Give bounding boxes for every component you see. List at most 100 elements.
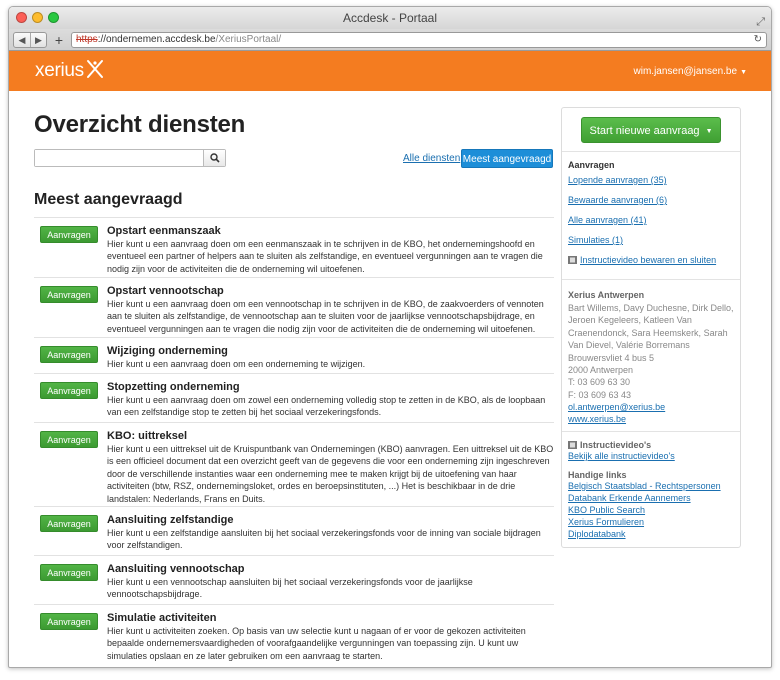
link-running-requests[interactable]: Lopende aanvragen (35) bbox=[568, 174, 734, 186]
office-section: Xerius Antwerpen Bart Willems, Davy Duch… bbox=[562, 280, 740, 432]
url-scheme: https bbox=[76, 33, 98, 45]
window-title: Accdesk - Portaal bbox=[342, 11, 438, 25]
user-menu[interactable]: wim.jansen@jansen.be ▼ bbox=[634, 66, 747, 77]
fullscreen-icon[interactable]: ⤢ bbox=[756, 11, 765, 33]
sidebar: Start nieuwe aanvraag ▼ Aanvragen Lopende… bbox=[561, 107, 741, 548]
service-description: Hier kunt u een vennootschap aansluiten … bbox=[107, 577, 473, 600]
request-button[interactable]: Aanvragen bbox=[40, 564, 98, 581]
service-text: Aansluiting zelfstandige Hier kunt u een … bbox=[107, 513, 554, 555]
video-save-close-link[interactable]: Instructievideo bewaren en sluiten bbox=[580, 254, 716, 266]
service-title: KBO: uittreksel bbox=[107, 430, 188, 442]
site-header: xerius wim.jansen@jansen.be ▼ bbox=[9, 51, 771, 91]
url-path: /XeriusPortaal/ bbox=[215, 33, 282, 45]
link-xerius-formulieren[interactable]: Xerius Formulieren bbox=[568, 516, 734, 528]
service-description: Hier kunt u een aanvraag doen om een ond… bbox=[107, 359, 366, 369]
service-text: Wijziging onderneming Hier kunt u een aan… bbox=[107, 344, 554, 373]
minimize-button[interactable] bbox=[32, 12, 43, 23]
main-column: Overzicht diensten Alle diensten Meest a… bbox=[34, 91, 556, 667]
service-text: KBO: uittreksel Hier kunt u een uittrekse… bbox=[107, 429, 554, 506]
forward-icon[interactable]: ▶ bbox=[30, 32, 46, 47]
film-icon bbox=[568, 441, 577, 449]
sidebar-top: Start nieuwe aanvraag ▼ bbox=[562, 108, 740, 152]
service-row: Aanvragen Opstart eenmanszaak Hier kunt u … bbox=[34, 217, 554, 277]
address-line-2: 2000 Antwerpen bbox=[568, 365, 634, 376]
office-fax: F: 03 609 63 43 bbox=[568, 389, 632, 400]
service-description: Hier kunt u een aanvraag doen om een een… bbox=[107, 239, 543, 274]
links-section: Instructievideo's Bekijk alle instructie… bbox=[562, 432, 740, 540]
logo-text: xerius bbox=[35, 60, 84, 81]
title-bar: Accdesk - Portaal ⤢ bbox=[9, 7, 771, 29]
search-row: Alle diensten Meest aangevraagd bbox=[34, 149, 556, 168]
service-description: Hier kunt u een zelfstandige aansluiten … bbox=[107, 528, 541, 551]
link-all-requests[interactable]: Alle aanvragen (41) bbox=[568, 214, 734, 226]
service-text: Opstart vennootschap Hier kunt u een aanv… bbox=[107, 284, 554, 337]
zoom-button[interactable] bbox=[48, 12, 59, 23]
link-diplodatabank[interactable]: Diplodatabank bbox=[568, 528, 734, 540]
most-requested-button[interactable]: Meest aangevraagd bbox=[461, 149, 553, 168]
window-controls bbox=[16, 12, 59, 23]
service-title: Simulatie activiteiten bbox=[107, 612, 217, 624]
service-description: Hier kunt u een aanvraag doen om zowel e… bbox=[107, 395, 546, 418]
address-bar[interactable]: https://ondernemen.accdesk.be/XeriusPort… bbox=[71, 31, 767, 48]
service-description: Hier kunt u een uittreksel uit de Kruisp… bbox=[107, 444, 554, 504]
link-staatsblad[interactable]: Belgisch Staatsblad - Rechtspersonen bbox=[568, 480, 734, 492]
service-text: Aansluiting vennootschap Hier kunt u een … bbox=[107, 562, 554, 604]
service-description: Hier kunt u activiteiten zoeken. Op basi… bbox=[107, 626, 526, 661]
request-button[interactable]: Aanvragen bbox=[40, 515, 98, 532]
address-line-1: Brouwersvliet 4 bus 5 bbox=[568, 352, 655, 363]
request-button[interactable]: Aanvragen bbox=[40, 613, 98, 630]
service-row: Aanvragen Aansluiting vennootschap Hier ku… bbox=[34, 555, 554, 604]
service-row: Aanvragen Wijziging onderneming Hier kunt … bbox=[34, 337, 554, 373]
new-tab-icon[interactable]: + bbox=[51, 32, 67, 48]
handy-links-heading: Handige links bbox=[568, 470, 627, 480]
service-row: Aanvragen Opstart vennootschap Hier kunt u… bbox=[34, 277, 554, 337]
request-button[interactable]: Aanvragen bbox=[40, 226, 98, 243]
all-videos-link[interactable]: Bekijk alle instructievideo's bbox=[568, 450, 734, 462]
reload-icon[interactable]: ↻ bbox=[754, 33, 762, 47]
videos-heading: Instructievideo's bbox=[580, 440, 652, 450]
service-text: Simulatie activiteiten Hier kunt u activi… bbox=[107, 611, 554, 667]
service-title: Opstart vennootschap bbox=[107, 285, 224, 297]
office-email-link[interactable]: ol.antwerpen@xerius.be bbox=[568, 401, 734, 413]
back-icon[interactable]: ◀ bbox=[14, 33, 30, 47]
requests-section: Aanvragen Lopende aanvragen (35) Bewaard… bbox=[562, 152, 740, 280]
service-row: Aanvragen Simulatie activiteiten Hier kunt… bbox=[34, 604, 554, 667]
page-content: Overzicht diensten Alle diensten Meest a… bbox=[9, 91, 771, 667]
request-button[interactable]: Aanvragen bbox=[40, 431, 98, 448]
request-button[interactable]: Aanvragen bbox=[40, 286, 98, 303]
start-new-request-label: Start nieuwe aanvraag bbox=[589, 124, 700, 137]
link-simulations[interactable]: Simulaties (1) bbox=[568, 234, 734, 246]
instruction-video-row: Instructievideo bewaren en sluiten bbox=[568, 254, 734, 266]
all-services-link[interactable]: Alle diensten bbox=[403, 153, 460, 164]
nav-buttons: ◀ ▶ bbox=[13, 31, 47, 48]
website-link[interactable]: www.xerius.be bbox=[568, 413, 734, 425]
link-erkende-aannemers[interactable]: Databank Erkende Aannemers bbox=[568, 492, 734, 504]
service-title: Wijziging onderneming bbox=[107, 345, 228, 357]
page-title: Overzicht diensten bbox=[34, 111, 246, 138]
videos-heading-row: Instructievideo's bbox=[568, 440, 734, 450]
office-people: Bart Willems, Davy Duchesne, Dirk Dello,… bbox=[568, 303, 734, 351]
start-new-request-button[interactable]: Start nieuwe aanvraag ▼ bbox=[581, 116, 721, 143]
service-title: Opstart eenmanszaak bbox=[107, 225, 221, 237]
link-kbo-public-search[interactable]: KBO Public Search bbox=[568, 504, 734, 516]
browser-window: Accdesk - Portaal ⤢ ◀ ▶ + https://ondern… bbox=[8, 6, 772, 668]
url-domain: ://ondernemen.accdesk.be bbox=[97, 33, 216, 45]
search-icon bbox=[209, 153, 220, 163]
chevron-down-icon: ▼ bbox=[740, 68, 747, 76]
logo-figure-icon bbox=[86, 60, 103, 78]
search-input[interactable] bbox=[35, 150, 203, 166]
office-name: Xerius Antwerpen bbox=[568, 290, 645, 300]
xerius-logo[interactable]: xerius bbox=[35, 60, 104, 82]
chevron-down-icon: ▼ bbox=[705, 127, 713, 135]
user-email: wim.jansen@jansen.be bbox=[633, 65, 738, 77]
service-row: Aanvragen Aansluiting zelfstandige Hier ku… bbox=[34, 506, 554, 555]
link-saved-requests[interactable]: Bewaarde aanvragen (6) bbox=[568, 194, 734, 206]
service-list: Aanvragen Opstart eenmanszaak Hier kunt u … bbox=[34, 217, 554, 667]
browser-toolbar: ◀ ▶ + https://ondernemen.accdesk.be/Xeri… bbox=[9, 29, 771, 51]
request-button[interactable]: Aanvragen bbox=[40, 382, 98, 399]
service-row: Aanvragen KBO: uittreksel Hier kunt u een … bbox=[34, 422, 554, 506]
close-button[interactable] bbox=[16, 12, 27, 23]
request-button[interactable]: Aanvragen bbox=[40, 346, 98, 363]
service-description: Hier kunt u een aanvraag doen om een ven… bbox=[107, 299, 544, 334]
search-button[interactable] bbox=[203, 150, 225, 166]
